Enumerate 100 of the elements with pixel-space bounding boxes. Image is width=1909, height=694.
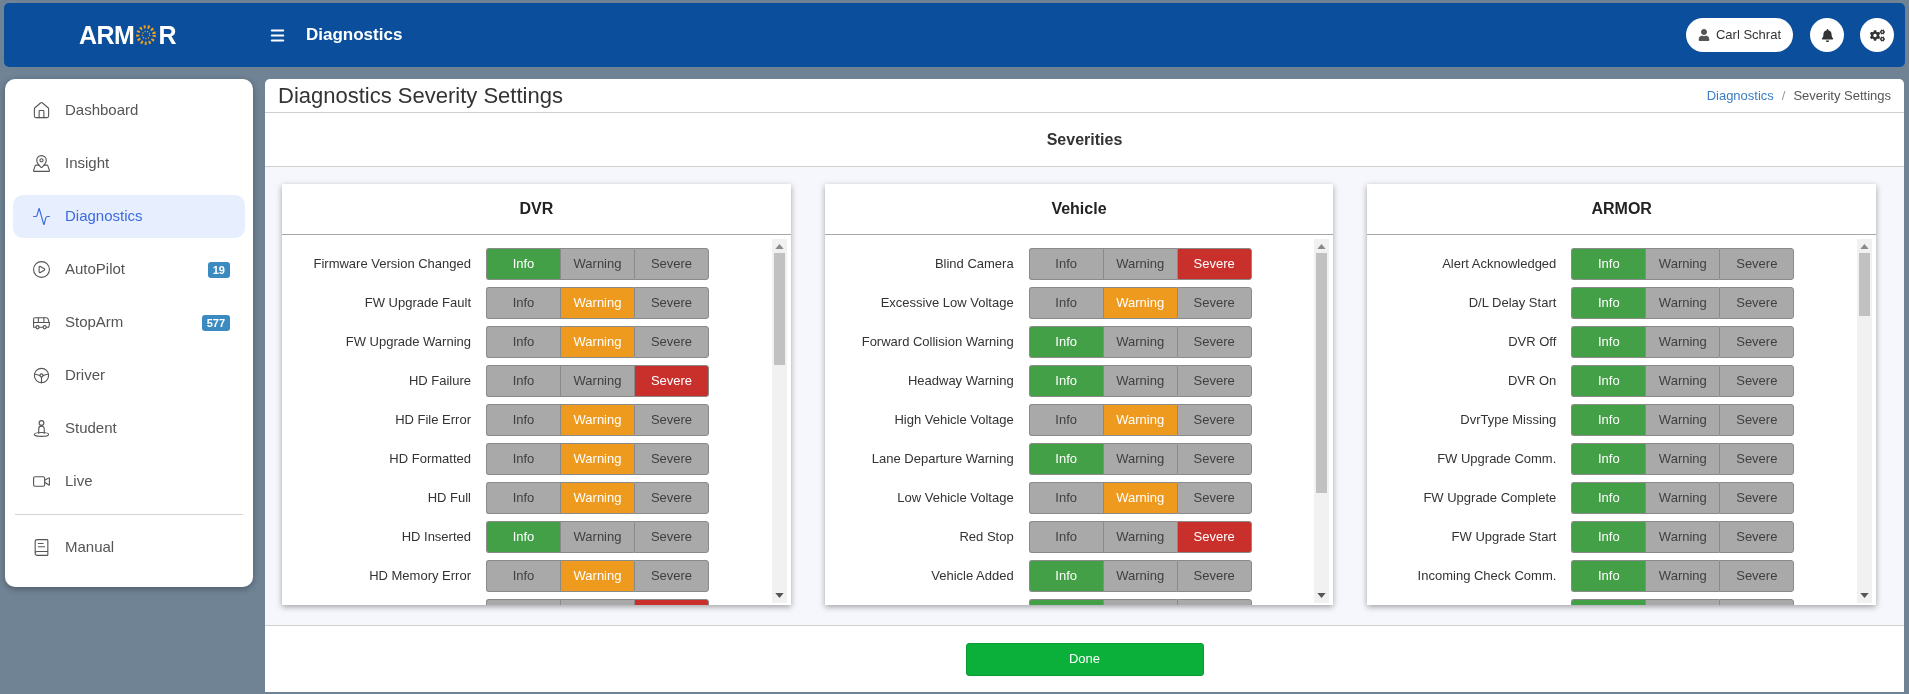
scrollbar-thumb[interactable] xyxy=(1859,253,1870,316)
severity-option[interactable]: Severe xyxy=(1719,482,1795,514)
severity-option[interactable]: Warning xyxy=(1102,560,1177,592)
sidebar-item[interactable]: Driver xyxy=(13,354,245,397)
severity-option[interactable]: Info xyxy=(1028,521,1103,553)
severity-option[interactable]: Severe xyxy=(1176,521,1252,553)
severity-option[interactable]: Info xyxy=(486,287,560,319)
severity-option[interactable]: Severe xyxy=(1176,482,1252,514)
severity-option[interactable]: Info xyxy=(1571,482,1646,514)
severity-option[interactable]: Info xyxy=(1571,560,1646,592)
sidebar-item[interactable]: Manual xyxy=(13,526,245,569)
severity-option[interactable]: Info xyxy=(1028,404,1103,436)
severity-option[interactable]: Severe xyxy=(1719,248,1795,280)
severity-option[interactable]: Warning xyxy=(1645,287,1720,319)
severity-option[interactable]: Info xyxy=(1028,287,1103,319)
breadcrumb-link[interactable]: Diagnostics xyxy=(1706,85,1774,106)
severity-option[interactable]: Severe xyxy=(1176,365,1252,397)
severity-option[interactable]: Info xyxy=(1028,482,1103,514)
sidebar-item[interactable]: AutoPilot 19 xyxy=(13,248,245,291)
severity-option[interactable]: Info xyxy=(1571,365,1646,397)
sidebar-item[interactable]: Diagnostics xyxy=(13,195,245,238)
severity-option[interactable]: Warning xyxy=(1645,482,1720,514)
severity-option[interactable]: Info xyxy=(1028,248,1103,280)
severity-option[interactable]: Severe xyxy=(1176,560,1252,592)
severity-option[interactable]: Severe xyxy=(1719,404,1795,436)
scroll-down-arrow-icon[interactable] xyxy=(1860,593,1869,598)
severity-option[interactable]: Info xyxy=(1028,443,1103,475)
scrollbar[interactable] xyxy=(771,239,787,603)
severity-option[interactable]: Info xyxy=(486,404,560,436)
severity-option[interactable]: Info xyxy=(1571,248,1646,280)
severity-option[interactable]: Severe xyxy=(1176,443,1252,475)
severity-option[interactable]: Severe xyxy=(634,482,709,514)
severity-option[interactable]: Severe xyxy=(634,443,709,475)
severity-option[interactable]: Severe xyxy=(1176,326,1252,358)
severity-option[interactable]: Warning xyxy=(1645,326,1720,358)
severity-option[interactable]: Warning xyxy=(1645,521,1720,553)
severity-option[interactable]: Severe xyxy=(1719,521,1795,553)
sidebar-item[interactable]: StopArm 577 xyxy=(13,301,245,344)
severity-option[interactable]: Severe xyxy=(634,521,709,553)
severity-option[interactable]: Info xyxy=(1571,326,1646,358)
severity-option[interactable]: Severe xyxy=(1719,326,1795,358)
severity-option[interactable]: Severe xyxy=(1719,287,1795,319)
severity-option[interactable]: Info xyxy=(486,560,560,592)
severity-option[interactable]: Warning xyxy=(1645,443,1720,475)
severity-option[interactable]: Severe xyxy=(634,560,709,592)
severity-option[interactable]: Severe xyxy=(634,248,709,280)
severity-option[interactable]: Info xyxy=(1571,287,1646,319)
severity-option[interactable]: Info xyxy=(486,248,560,280)
severity-option[interactable]: Warning xyxy=(1645,365,1720,397)
sidebar-item[interactable]: Live xyxy=(13,460,245,503)
user-button[interactable]: Carl Schrat xyxy=(1685,18,1793,52)
severity-option[interactable]: Warning xyxy=(560,521,634,553)
scroll-up-arrow-icon[interactable] xyxy=(1317,244,1327,249)
scroll-down-arrow-icon[interactable] xyxy=(774,593,784,598)
severity-option[interactable]: Severe xyxy=(1176,287,1252,319)
severity-option[interactable]: Info xyxy=(1028,365,1103,397)
severity-option[interactable]: Severe xyxy=(1176,248,1252,280)
severity-option[interactable]: Warning xyxy=(1102,521,1177,553)
severity-option[interactable]: Info xyxy=(1571,521,1646,553)
scroll-down-arrow-icon[interactable] xyxy=(1317,593,1327,598)
severity-option[interactable]: Severe xyxy=(1719,443,1795,475)
severity-option[interactable]: Severe xyxy=(634,326,709,358)
severity-option[interactable]: Severe xyxy=(634,365,709,397)
severity-option[interactable]: Severe xyxy=(1176,404,1252,436)
severity-option[interactable]: Info xyxy=(486,521,560,553)
severity-option[interactable]: Info xyxy=(1028,326,1103,358)
severity-option[interactable]: Severe xyxy=(634,287,709,319)
scroll-up-arrow-icon[interactable] xyxy=(774,244,784,249)
scrollbar-thumb[interactable] xyxy=(773,253,785,365)
done-button[interactable]: Done xyxy=(965,642,1204,676)
severity-option[interactable]: Warning xyxy=(1645,248,1720,280)
notifications-button[interactable] xyxy=(1810,18,1844,52)
severity-option[interactable]: Severe xyxy=(1719,560,1795,592)
severity-option[interactable]: Info xyxy=(486,443,560,475)
severity-option[interactable]: Warning xyxy=(1102,443,1177,475)
sidebar-item[interactable]: Student xyxy=(13,407,245,450)
severity-option[interactable]: Warning xyxy=(1645,560,1720,592)
severity-option[interactable]: Info xyxy=(486,482,560,514)
severity-option[interactable]: Info xyxy=(1571,443,1646,475)
scrollbar[interactable] xyxy=(1314,239,1330,603)
brand-logo[interactable]: ARM R xyxy=(79,22,176,48)
severity-option[interactable]: Warning xyxy=(1102,326,1177,358)
severity-option[interactable]: Info xyxy=(1028,560,1103,592)
severity-option[interactable]: Severe xyxy=(1719,365,1795,397)
severity-option[interactable]: Warning xyxy=(1645,404,1720,436)
severity-option[interactable]: Warning xyxy=(1102,248,1177,280)
sidebar-item[interactable]: Dashboard xyxy=(13,89,245,132)
severity-option[interactable]: Warning xyxy=(560,365,634,397)
scrollbar[interactable] xyxy=(1857,239,1872,603)
scrollbar-thumb[interactable] xyxy=(1316,253,1328,493)
severity-option[interactable]: Severe xyxy=(634,404,709,436)
scroll-up-arrow-icon[interactable] xyxy=(1860,244,1869,249)
severity-option[interactable]: Warning xyxy=(560,248,634,280)
menu-icon[interactable] xyxy=(269,26,286,44)
severity-option[interactable]: Info xyxy=(486,365,560,397)
severity-option[interactable]: Info xyxy=(486,326,560,358)
settings-button[interactable] xyxy=(1860,18,1894,52)
sidebar-item[interactable]: Insight xyxy=(13,142,245,185)
severity-option[interactable]: Warning xyxy=(1102,365,1177,397)
severity-option[interactable]: Info xyxy=(1571,404,1646,436)
